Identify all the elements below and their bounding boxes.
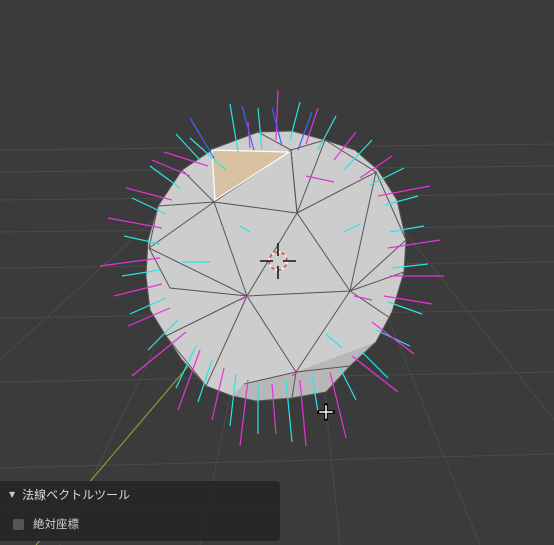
absolute-coordinates-checkbox[interactable] bbox=[13, 518, 24, 530]
3d-viewport[interactable] bbox=[0, 0, 554, 545]
triangle-down-icon[interactable]: ▼ bbox=[9, 490, 15, 499]
absolute-coordinates-label: 絶対座標 bbox=[33, 517, 79, 531]
move-cursor-icon bbox=[317, 403, 335, 421]
operator-panel: ▼ 法線ベクトルツール 絶対座標 bbox=[0, 481, 280, 541]
panel-header[interactable]: ▼ 法線ベクトルツール bbox=[0, 481, 280, 508]
absolute-coordinates-option[interactable]: 絶対座標 bbox=[0, 514, 280, 534]
panel-title: 法線ベクトルツール bbox=[22, 487, 131, 502]
ico-sphere-mesh[interactable] bbox=[145, 130, 407, 402]
